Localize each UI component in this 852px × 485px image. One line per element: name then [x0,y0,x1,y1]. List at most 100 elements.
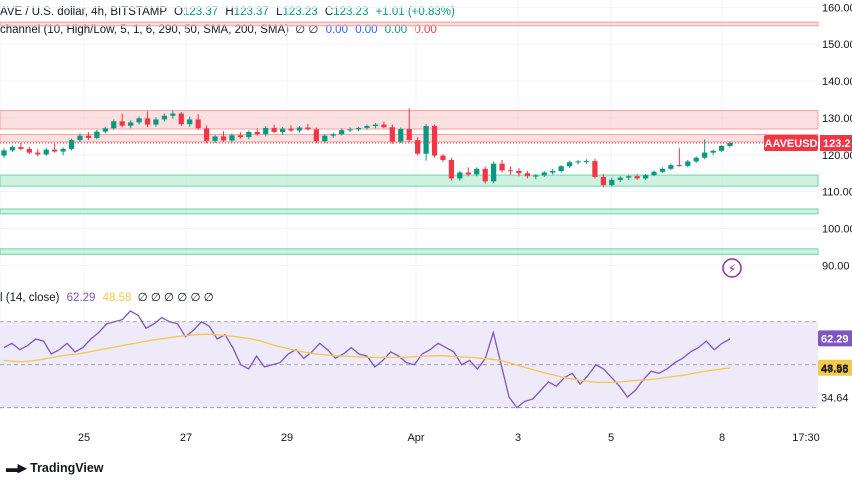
candle-body [550,171,556,173]
candle-body [642,175,649,179]
candle-body [102,128,108,132]
price-tick-label: 160.00 [822,2,852,14]
candle-body [195,119,201,129]
candle-body [237,135,243,138]
x-tick-label: 5 [608,432,614,444]
candle-body [668,165,674,169]
candle-body [212,136,218,141]
candle-body [524,173,531,177]
candle-body [389,127,395,142]
rsi-tick-label: 34.64 [821,393,849,405]
candle-body [499,163,505,171]
x-tick-label: 29 [281,432,293,444]
candle-body [322,135,328,142]
candle-body [423,126,429,154]
candle-body [718,145,725,151]
price-tick-label: 120.00 [822,150,852,162]
candle-body [85,135,92,138]
candle-body [448,159,455,179]
candle-body [482,168,488,182]
candle-body [144,118,151,125]
candle-body [305,127,311,130]
candle-body [1,150,7,156]
price-tick-label: 130.00 [822,113,852,125]
x-tick-label: 25 [78,432,90,444]
candle-body [575,161,581,163]
rsi-nulls: ∅ ∅ ∅ ∅ ∅ ∅ [137,292,214,304]
candle-body [431,126,438,156]
tv-logo-text: TradingView [30,461,104,475]
candle-body [187,119,193,125]
candle-body [355,127,362,130]
candle-body [474,168,480,175]
price-tick-label: 140.00 [822,76,852,88]
candle-body [52,149,58,152]
candle-body [111,121,117,129]
x-tick-label: 3 [515,432,521,444]
price-tick-label: 150.00 [822,39,852,51]
price-tick-label: 90.00 [822,260,850,272]
candle-body [203,128,210,141]
rsi-tick-label: 47.95 [821,364,849,376]
candle-body [246,131,252,138]
candle-body [381,124,387,128]
candle-body [685,161,691,166]
rsi-header: l (14, close) 62.29 48.58 ∅ ∅ ∅ ∅ ∅ ∅ [0,290,214,304]
candle-body [60,148,66,152]
candle-body [279,128,286,132]
candle-body [229,135,235,141]
rsi-title[interactable]: l (14, close) [0,292,59,304]
candle-body [35,152,41,155]
support-zone [0,174,819,187]
candle-body [600,176,606,186]
candle-body [178,113,184,125]
candle-body [347,129,353,131]
support-zone [0,248,819,255]
rsi-value: 62.29 [66,292,96,304]
tradingview-logo[interactable]: ▬▶ TradingView [6,460,104,475]
candle-body [566,162,573,167]
candle-body [68,140,75,149]
candle-body [676,165,682,167]
x-tick-label: 17:30 [792,432,820,444]
candle-body [465,172,471,175]
candle-body [609,179,615,186]
candle-body [372,124,379,127]
candle-body [94,131,100,138]
candle-body [263,127,269,135]
candle-body [43,149,49,155]
last-price-badge-label: 123.2 [823,138,851,150]
candle-body [220,136,227,141]
candle-body [507,170,514,172]
candle-body [406,129,412,141]
x-tick-label: Apr [407,432,424,444]
price-chart[interactable]: AAVEUSD⚡ 160.00150.00140.00130.00120.001… [0,0,852,485]
candle-body [491,163,497,182]
candle-body [313,129,319,142]
x-tick-label: 27 [180,432,192,444]
candle-body [710,150,716,153]
candle-body [339,130,345,135]
candle-body [161,115,168,120]
candle-body [541,172,547,176]
candle-body [288,128,294,131]
candle-body [651,171,657,176]
lightning-glyph: ⚡ [728,262,736,276]
candle-body [398,129,404,142]
candle-body [457,172,463,179]
candle-body [702,152,708,158]
candle-body [626,176,632,178]
price-tick-label: 100.00 [822,224,852,236]
candle-body [516,171,522,174]
candle-body [617,177,623,180]
candle-body [136,118,142,123]
candle-body [119,121,125,126]
candle-body [170,113,176,116]
candle-body [558,166,564,172]
symbol-tag-label: AAVEUSD [765,138,818,150]
candle-body [296,127,303,131]
candle-body [153,119,159,125]
candle-body [9,147,16,151]
candle-body [18,147,24,149]
rsi-tick-label: 62.29 [821,333,849,345]
